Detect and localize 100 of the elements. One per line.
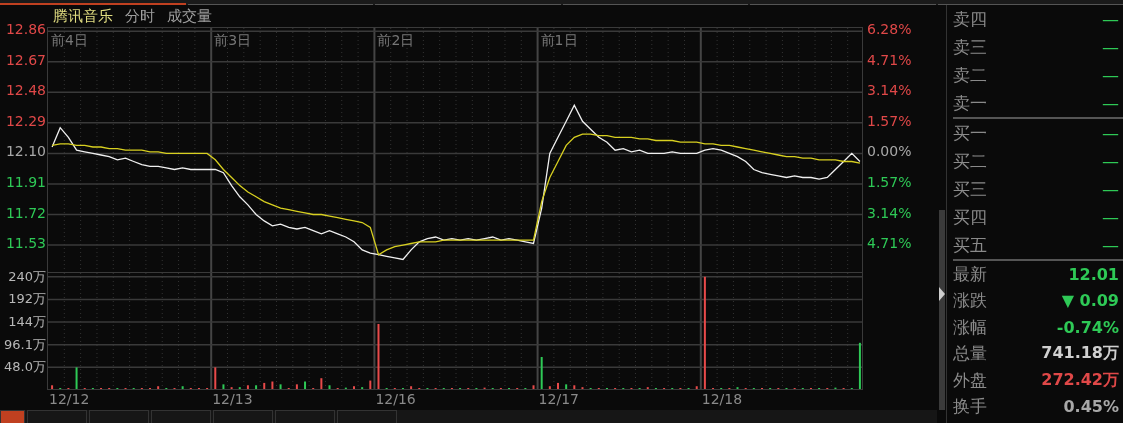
day-label: 前3日	[214, 32, 252, 50]
date-label: 12/13	[212, 391, 253, 407]
volume-bar	[540, 357, 543, 390]
tab[interactable]	[0, 410, 25, 423]
expand-arrow-icon[interactable]	[939, 287, 945, 301]
volume-bar	[369, 380, 372, 390]
tab[interactable]	[275, 410, 335, 423]
stat-value: 272.42万	[1041, 369, 1119, 391]
volume-bar	[483, 387, 486, 390]
volume-bar	[410, 386, 413, 390]
volume-bar	[181, 386, 184, 390]
tab[interactable]	[213, 410, 273, 423]
volume-bar	[246, 385, 249, 390]
volume-bar	[295, 384, 298, 390]
volume-bar	[75, 367, 78, 390]
volume-axis-label: 192万	[8, 290, 46, 309]
volume-axis-label: 48.0万	[4, 358, 46, 377]
volume-axis-label: 144万	[8, 313, 46, 332]
date-label: 12/17	[538, 391, 579, 407]
volume-bar	[573, 385, 576, 390]
price-axis-label: 12.10	[5, 143, 46, 160]
order-value: —	[1102, 93, 1119, 113]
volume-bar	[736, 387, 739, 390]
volume-bar	[646, 387, 649, 390]
price-axis-label: 11.72	[5, 204, 46, 221]
volume-axis-label: 96.1万	[4, 335, 46, 354]
stat-value: 741.18万	[1041, 343, 1119, 365]
price-axis-label: 12.67	[5, 51, 46, 68]
volume-bar	[271, 381, 274, 390]
stat-value: 12.01	[1068, 264, 1119, 284]
price-axis-label: 12.48	[5, 82, 46, 99]
volume-bar	[344, 387, 347, 390]
day-label: 前1日	[540, 32, 578, 50]
volume-bar	[361, 387, 364, 390]
volume-bar	[238, 387, 241, 390]
tab[interactable]	[89, 410, 149, 423]
stat-value: -0.74%	[1056, 317, 1119, 337]
indicator-label[interactable]: 成交量	[167, 6, 212, 26]
percent-axis-label: 1.57%	[867, 173, 912, 190]
volume-bar	[214, 367, 217, 390]
volume-bar	[279, 384, 282, 390]
order-value: —	[1102, 151, 1119, 171]
volume-bar	[858, 342, 861, 390]
order-value: —	[1102, 123, 1119, 143]
volume-bar	[157, 386, 160, 390]
stat-label: 最新	[953, 262, 987, 286]
volume-bar	[263, 382, 266, 390]
volume-bar	[548, 386, 551, 390]
stat-label: 外盘	[953, 368, 987, 392]
order-value: —	[1102, 207, 1119, 227]
order-label: 买三	[953, 177, 987, 201]
order-value: —	[1102, 9, 1119, 29]
volume-bar	[834, 387, 837, 390]
volume-bar	[695, 386, 698, 390]
day-label: 前4日	[51, 32, 88, 50]
percent-axis-label: 6.28%	[867, 21, 912, 38]
percent-axis-label: 0.00%	[867, 143, 912, 160]
date-label: 12/12	[49, 391, 90, 407]
percent-axis-label: 3.14%	[867, 204, 912, 221]
stat-label: 换手	[953, 395, 987, 419]
percent-axis-label: 3.14%	[867, 82, 912, 99]
volume-bar	[304, 381, 307, 390]
volume-bar	[581, 387, 584, 390]
stat-label: 涨幅	[953, 315, 987, 339]
order-label: 买五	[953, 233, 987, 257]
volume-axis-label: 240万	[8, 267, 46, 286]
mode-tab[interactable]: 分时	[125, 6, 155, 26]
order-value: —	[1102, 235, 1119, 255]
volume-bar	[320, 378, 323, 390]
order-label: 卖二	[953, 63, 987, 87]
tab[interactable]	[27, 410, 87, 423]
stat-value: 0.45%	[1063, 397, 1119, 417]
order-value: —	[1102, 65, 1119, 85]
stat-label: 总量	[953, 342, 987, 366]
volume-bar	[565, 384, 568, 390]
order-label: 买一	[953, 121, 987, 145]
stat-value: ▼ 0.09	[1061, 291, 1119, 311]
date-label: 12/16	[375, 391, 416, 407]
percent-axis-label: 4.71%	[867, 51, 912, 68]
tab[interactable]	[337, 410, 397, 423]
volume-bar	[222, 384, 225, 390]
order-label: 卖四	[953, 7, 987, 31]
volume-bar	[230, 387, 233, 390]
volume-bar	[255, 385, 258, 390]
order-label: 买二	[953, 149, 987, 173]
tab[interactable]	[151, 410, 211, 423]
order-value: —	[1102, 37, 1119, 57]
stat-label: 涨跌	[953, 289, 987, 313]
volume-bar	[51, 385, 54, 390]
volume-bar	[532, 385, 535, 390]
price-axis-label: 11.91	[5, 173, 46, 190]
volume-bar	[328, 385, 331, 390]
percent-axis-label: 1.57%	[867, 112, 912, 129]
price-axis-label: 12.29	[5, 112, 46, 129]
date-label: 12/18	[701, 391, 743, 407]
order-label: 买四	[953, 205, 987, 229]
order-value: —	[1102, 179, 1119, 199]
scrollbar-thumb[interactable]	[939, 210, 945, 410]
order-label: 卖一	[953, 91, 987, 115]
price-axis-label: 11.53	[5, 235, 46, 252]
